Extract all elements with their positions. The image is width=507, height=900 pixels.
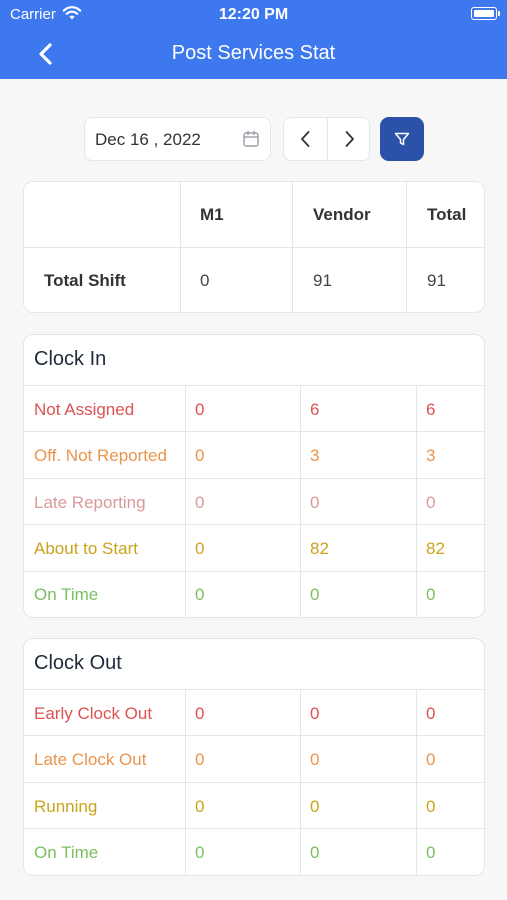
row-label: Running (34, 797, 98, 816)
cell-total: 3 (426, 446, 436, 465)
clock-time: 12:20 PM (218, 6, 289, 23)
cell-total: 82 (426, 539, 445, 558)
calendar-icon (243, 130, 259, 147)
cell-vendor: 0 (310, 843, 320, 862)
row-label: Total Shift (44, 271, 126, 290)
summary-table: M1 Vendor Total Total Shift 0 91 91 (23, 181, 485, 313)
page-title: Post Services Stat (171, 42, 336, 64)
divider (300, 690, 301, 875)
cell-m1: 0 (195, 400, 205, 419)
clock-out-section: Clock Out Early Clock Out 0 0 0 Late Clo… (23, 638, 485, 876)
filter-button[interactable] (380, 117, 424, 161)
row-label: About to Start (34, 539, 138, 558)
cell-total: 0 (426, 704, 436, 723)
date-picker[interactable]: Dec 16 , 2022 (84, 117, 271, 161)
date-value: Dec 16 , 2022 (95, 130, 201, 149)
cell-m1: 0 (195, 797, 205, 816)
divider (24, 782, 484, 783)
next-date-button[interactable] (328, 118, 371, 160)
row-label: Not Assigned (34, 400, 135, 419)
divider (24, 478, 484, 479)
divider (300, 386, 301, 617)
cell-total: 0 (426, 843, 436, 862)
cell-m1: 0 (195, 585, 205, 604)
divider (185, 386, 186, 617)
section-title: Clock Out (34, 652, 122, 674)
divider (24, 735, 484, 736)
divider (24, 689, 484, 690)
divider (416, 386, 417, 617)
row-label: Late Clock Out (34, 750, 147, 769)
divider (416, 690, 417, 875)
row-label: On Time (34, 843, 99, 862)
column-header-total: Total (427, 205, 467, 224)
cell-m1: 0 (195, 493, 205, 512)
cell-m1: 0 (195, 539, 205, 558)
divider (24, 571, 484, 572)
divider (24, 524, 484, 525)
cell-m1: 0 (195, 704, 205, 723)
cell-total: 0 (426, 585, 436, 604)
cell-m1: 0 (195, 446, 205, 465)
date-nav-group (283, 117, 370, 161)
row-label: Early Clock Out (34, 704, 153, 723)
cell-vendor: 82 (310, 539, 329, 558)
cell-vendor: 0 (310, 493, 320, 512)
divider (185, 690, 186, 875)
row-label: Off. Not Reported (34, 446, 167, 465)
battery-icon (471, 7, 500, 20)
cell-vendor: 91 (313, 271, 332, 290)
row-label: On Time (34, 585, 99, 604)
cell-vendor: 0 (310, 704, 320, 723)
divider (24, 385, 484, 386)
prev-date-button[interactable] (284, 118, 327, 160)
divider (24, 431, 484, 432)
cell-total: 6 (426, 400, 436, 419)
cell-total: 91 (427, 271, 446, 290)
nav-bar: Post Services Stat (0, 30, 507, 79)
divider (24, 247, 484, 248)
cell-m1: 0 (195, 843, 205, 862)
cell-vendor: 3 (310, 446, 320, 465)
cell-vendor: 0 (310, 750, 320, 769)
cell-total: 0 (426, 750, 436, 769)
status-bar: Carrier 12:20 PM (0, 0, 507, 30)
cell-m1: 0 (195, 750, 205, 769)
column-header-m1: M1 (200, 205, 224, 224)
column-header-vendor: Vendor (313, 205, 371, 224)
cell-total: 0 (426, 493, 436, 512)
cell-vendor: 0 (310, 797, 320, 816)
section-title: Clock In (34, 348, 107, 370)
divider (24, 828, 484, 829)
cell-vendor: 0 (310, 585, 320, 604)
clock-in-section: Clock In Not Assigned 0 6 6 Off. Not Rep… (23, 334, 485, 618)
cell-m1: 0 (200, 271, 210, 290)
filter-icon (394, 132, 410, 146)
cell-total: 0 (426, 797, 436, 816)
cell-vendor: 6 (310, 400, 320, 419)
row-label: Late Reporting (34, 493, 146, 512)
